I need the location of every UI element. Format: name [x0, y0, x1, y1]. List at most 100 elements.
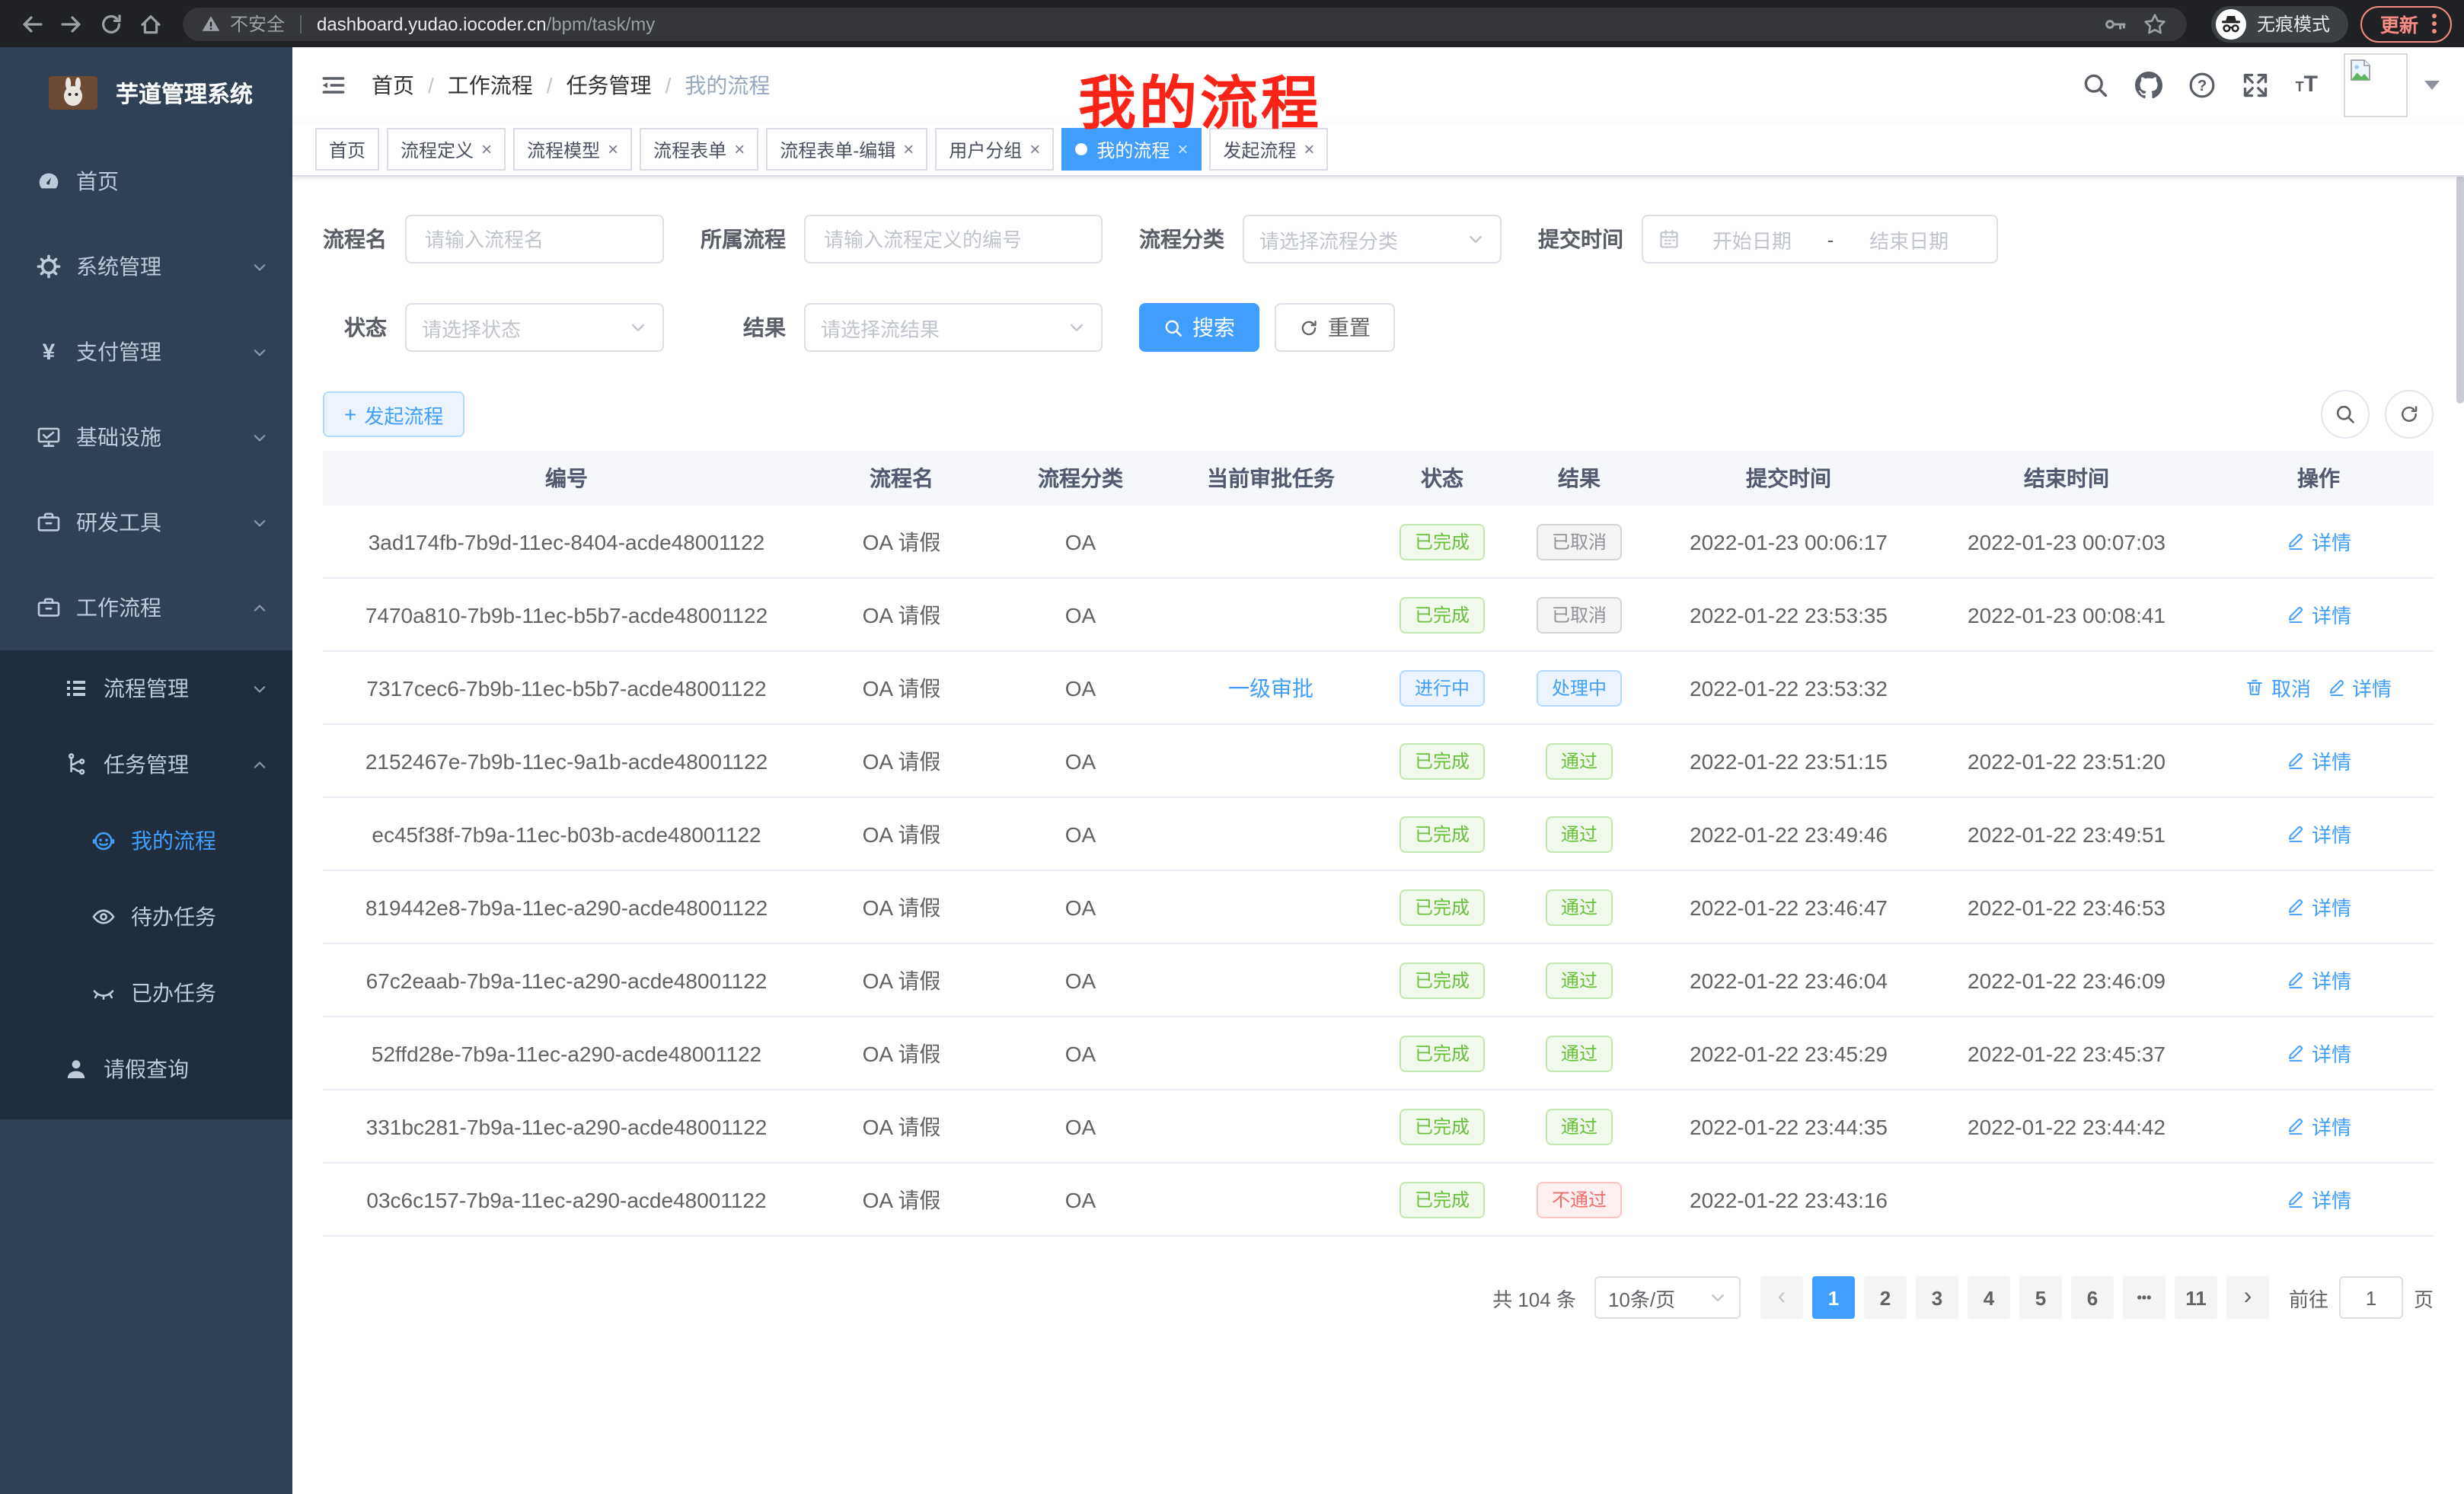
sidebar-item-infra[interactable]: 基础设施 — [0, 394, 292, 480]
next-page-button[interactable]: › — [2226, 1276, 2269, 1319]
browser-forward-icon[interactable] — [52, 5, 91, 42]
breadcrumb-workflow[interactable]: 工作流程 — [448, 70, 533, 101]
sidebar-item-done-tasks[interactable]: 已办任务 — [0, 955, 292, 1031]
page-button[interactable]: 6 — [2071, 1276, 2114, 1319]
refresh-table-button[interactable] — [2385, 390, 2434, 439]
breadcrumb-task-mgmt[interactable]: 任务管理 — [567, 70, 652, 101]
page-size-select[interactable]: 10条/页 — [1594, 1276, 1741, 1319]
category-select[interactable]: 请选择流程分类 — [1243, 215, 1502, 263]
reset-button[interactable]: 重置 — [1275, 303, 1395, 352]
actions-cell[interactable]: 详情 — [2204, 578, 2434, 651]
tab-process-form-edit[interactable]: 流程表单-编辑× — [766, 128, 927, 171]
owner-process-input[interactable] — [804, 215, 1103, 263]
close-icon[interactable]: × — [1177, 139, 1188, 160]
page-button[interactable]: 2 — [1864, 1276, 1907, 1319]
current-task-cell — [1168, 724, 1374, 797]
actions-cell[interactable]: 详情 — [2204, 724, 2434, 797]
date-end-placeholder[interactable]: 结束日期 — [1837, 225, 1981, 254]
sidebar-item-todo-tasks[interactable]: 待办任务 — [0, 879, 292, 955]
close-icon[interactable]: × — [903, 139, 914, 160]
password-key-icon[interactable] — [2095, 5, 2135, 42]
actions-cell[interactable]: 详情 — [2204, 1163, 2434, 1236]
goto-page-input[interactable] — [2339, 1276, 2403, 1319]
avatar[interactable] — [2344, 53, 2408, 117]
browser-menu-icon[interactable] — [2432, 14, 2437, 34]
help-icon[interactable] — [2189, 72, 2217, 99]
sidebar-item-payment[interactable]: ¥ 支付管理 — [0, 309, 292, 394]
submit-time-range-picker[interactable]: 开始日期 - 结束日期 — [1642, 215, 1998, 263]
sidebar-item-system[interactable]: 系统管理 — [0, 224, 292, 309]
sidebar-item-my-process[interactable]: 我的流程 — [0, 803, 292, 879]
actions-cell[interactable]: 详情 — [2204, 1090, 2434, 1163]
fullscreen-icon[interactable] — [2242, 72, 2270, 99]
github-icon[interactable] — [2136, 72, 2163, 99]
detail-action[interactable]: 详情 — [2286, 966, 2351, 994]
date-start-placeholder[interactable]: 开始日期 — [1680, 225, 1824, 254]
search-icon[interactable] — [2083, 72, 2110, 99]
tab-process-definition[interactable]: 流程定义× — [387, 128, 506, 171]
browser-back-icon[interactable] — [12, 5, 52, 42]
branch-icon — [64, 752, 88, 777]
detail-action[interactable]: 详情 — [2286, 1185, 2351, 1214]
page-button[interactable]: 1 — [1812, 1276, 1855, 1319]
tab-process-form[interactable]: 流程表单× — [640, 128, 758, 171]
actions-cell[interactable]: 详情 — [2204, 870, 2434, 943]
show-search-button[interactable] — [2321, 390, 2370, 439]
font-size-icon[interactable]: TT — [2296, 72, 2318, 99]
actions-cell[interactable]: 详情 — [2204, 1017, 2434, 1090]
current-task-cell — [1168, 797, 1374, 870]
actions-cell[interactable]: 详情 — [2204, 797, 2434, 870]
close-icon[interactable]: × — [1029, 139, 1040, 160]
process-name-input[interactable] — [405, 215, 664, 263]
end-time-cell — [1929, 651, 2204, 724]
sidebar-item-home[interactable]: 首页 — [0, 139, 292, 224]
tab-process-model[interactable]: 流程模型× — [513, 128, 632, 171]
detail-action[interactable]: 详情 — [2286, 600, 2351, 629]
browser-reload-icon[interactable] — [91, 5, 131, 42]
actions-cell[interactable]: 取消详情 — [2204, 651, 2434, 724]
cancel-action[interactable]: 取消 — [2245, 673, 2311, 702]
page-button[interactable]: 4 — [1968, 1276, 2010, 1319]
close-icon[interactable]: × — [481, 139, 492, 160]
detail-action[interactable]: 详情 — [2286, 1039, 2351, 1068]
browser-home-icon[interactable] — [131, 5, 171, 42]
close-icon[interactable]: × — [608, 139, 618, 160]
detail-action[interactable]: 详情 — [2286, 746, 2351, 775]
tab-home[interactable]: 首页 — [315, 128, 379, 171]
detail-action[interactable]: 详情 — [2286, 892, 2351, 921]
prev-page-button[interactable]: ‹ — [1760, 1276, 1803, 1319]
actions-cell[interactable]: 详情 — [2204, 943, 2434, 1017]
start-process-button[interactable]: + 发起流程 — [323, 391, 464, 437]
tab-user-group[interactable]: 用户分组× — [935, 128, 1054, 171]
detail-action[interactable]: 详情 — [2286, 527, 2351, 556]
sidebar-item-workflow[interactable]: 工作流程 — [0, 565, 292, 650]
hamburger-icon[interactable] — [320, 72, 347, 99]
search-button[interactable]: 搜索 — [1139, 303, 1259, 352]
breadcrumb-home[interactable]: 首页 — [372, 70, 414, 101]
page-button[interactable]: 11 — [2175, 1276, 2217, 1319]
sidebar-item-process-mgmt[interactable]: 流程管理 — [0, 650, 292, 726]
current-task-link[interactable]: 一级审批 — [1228, 675, 1313, 700]
address-bar[interactable]: 不安全 dashboard.yudao.iocoder.cn/bpm/task/… — [183, 7, 2187, 40]
page-button[interactable]: 5 — [2019, 1276, 2062, 1319]
status-select[interactable]: 请选择状态 — [405, 303, 664, 352]
detail-action[interactable]: 详情 — [2326, 673, 2392, 702]
more-pages-button[interactable]: ••• — [2123, 1276, 2166, 1319]
sidebar-item-devtools[interactable]: 研发工具 — [0, 480, 292, 565]
page-button[interactable]: 3 — [1916, 1276, 1958, 1319]
sidebar-item-leave-query[interactable]: 请假查询 — [0, 1031, 292, 1107]
close-icon[interactable]: × — [734, 139, 745, 160]
detail-action[interactable]: 详情 — [2286, 819, 2351, 848]
detail-action[interactable]: 详情 — [2286, 1112, 2351, 1141]
bookmark-star-icon[interactable] — [2135, 5, 2175, 42]
result-select[interactable]: 请选择流结果 — [804, 303, 1103, 352]
logo-row[interactable]: 芋道管理系统 — [0, 47, 292, 139]
browser-update-button[interactable]: 更新 — [2360, 5, 2452, 42]
close-icon[interactable]: × — [1304, 139, 1314, 160]
actions-cell[interactable]: 详情 — [2204, 506, 2434, 578]
person-icon — [64, 1057, 88, 1081]
scrollbar-thumb[interactable] — [2456, 175, 2464, 404]
avatar-caret-icon[interactable] — [2424, 81, 2440, 90]
sidebar-item-task-mgmt[interactable]: 任务管理 — [0, 726, 292, 803]
result-cell: 处理中 — [1511, 651, 1648, 724]
